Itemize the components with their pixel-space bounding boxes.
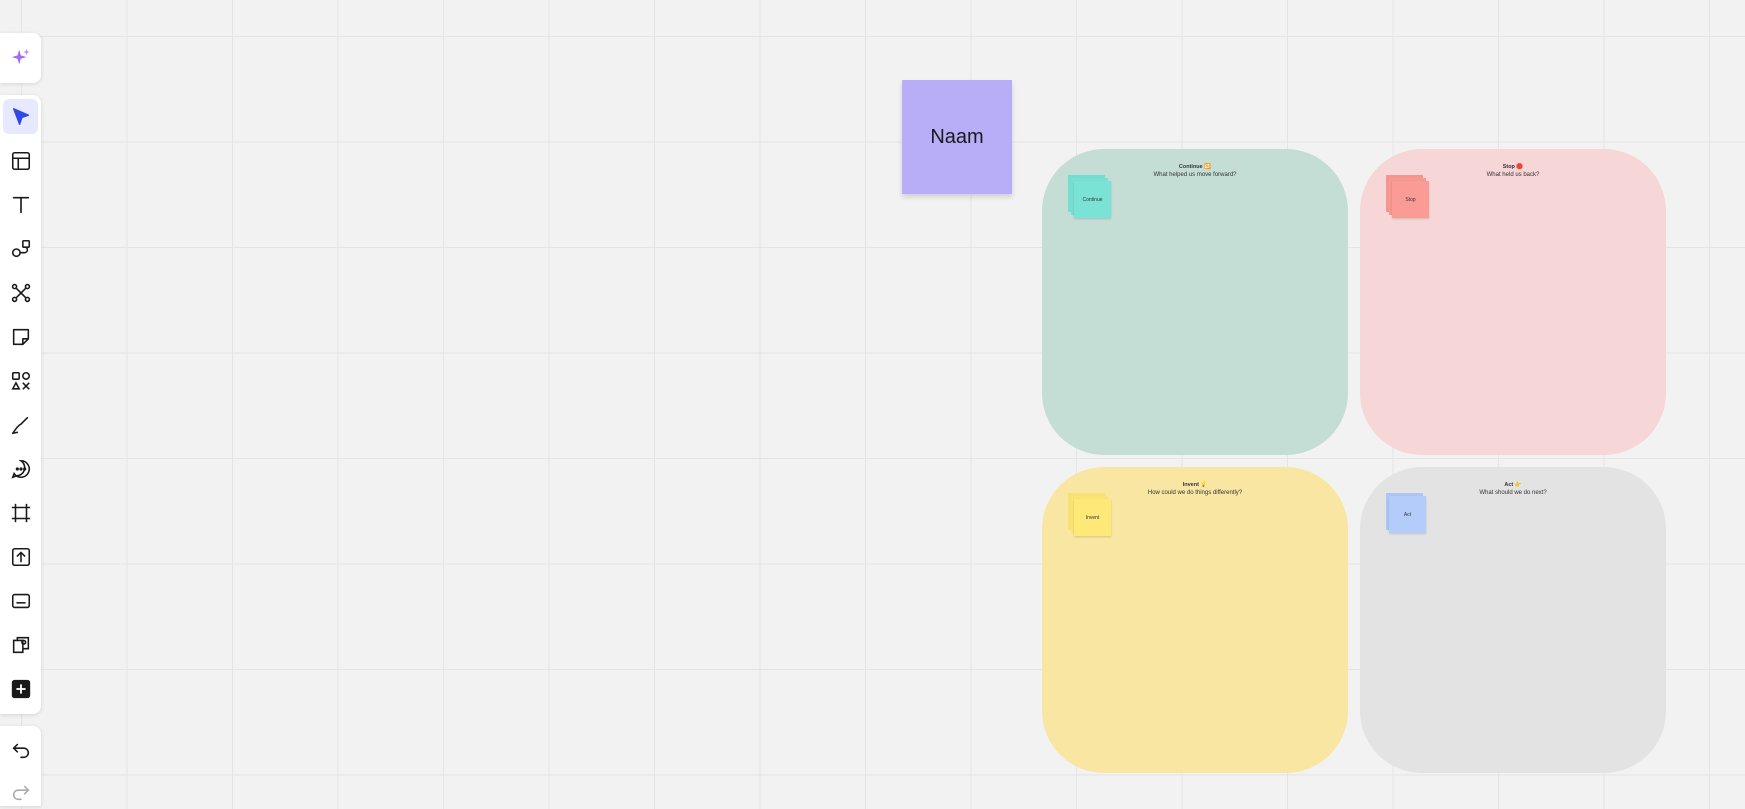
pen-icon (11, 416, 28, 434)
pen-tool[interactable] (3, 407, 38, 442)
upload-tool[interactable] (3, 539, 38, 574)
quadrant-continue[interactable]: Continue 🔁 What helped us move forward? … (1042, 149, 1348, 455)
redo-button[interactable] (3, 774, 38, 809)
connection-line-icon (11, 283, 30, 302)
apps-icon (12, 636, 29, 653)
quadrant-invent[interactable]: Invent 💡 How could we do things differen… (1042, 467, 1348, 773)
quadrant-stop[interactable]: Stop 🛑 What held us back? Stop (1360, 149, 1666, 455)
redo-icon (12, 785, 29, 800)
frame-tool[interactable] (3, 495, 38, 530)
ai-sparkle-button[interactable] (3, 41, 38, 76)
sticky-label: Stop (1405, 196, 1416, 203)
quadrant-title: Continue 🔁 (1178, 164, 1212, 170)
connection-line-tool[interactable] (3, 275, 38, 310)
upload-icon (11, 547, 30, 566)
sticky-label: Act (1403, 511, 1412, 518)
sticky-note-tool[interactable] (3, 319, 38, 354)
more-shapes-icon (10, 371, 30, 390)
add-tool[interactable] (3, 671, 38, 706)
text-tool[interactable] (3, 187, 38, 222)
undo-button[interactable] (3, 732, 38, 767)
sticky-label: Continue (1082, 196, 1103, 203)
templates-tool[interactable] (3, 143, 38, 178)
text-icon (12, 196, 29, 213)
select-tool[interactable] (3, 99, 38, 134)
apps-tool[interactable] (3, 627, 38, 662)
shapes-tool[interactable] (3, 231, 38, 266)
comment-icon (10, 459, 30, 479)
quadrant-act[interactable]: Act 👉 What should we do next? Act (1360, 467, 1666, 773)
ai-toolbar (0, 33, 41, 83)
card-tool[interactable] (3, 583, 38, 618)
main-toolbar (0, 95, 41, 714)
card-icon (11, 593, 30, 608)
comment-tool[interactable] (3, 451, 38, 486)
ai-sparkle-icon (11, 48, 30, 65)
quadrant-title: Stop 🛑 (1502, 164, 1524, 170)
sticky-note-icon (12, 328, 29, 345)
quadrant-title: Act 👉 (1504, 482, 1522, 488)
sticky-note-text: Naam (930, 125, 984, 148)
more-shapes-tool[interactable] (3, 363, 38, 398)
add-icon (11, 679, 30, 698)
undo-icon (12, 743, 29, 758)
sticky-label: Invent (1085, 514, 1100, 521)
shapes-icon (11, 239, 30, 257)
select-icon (12, 107, 29, 125)
frame-icon (11, 503, 30, 522)
sticky-note-naam[interactable]: Naam (902, 80, 1012, 194)
undo-redo-toolbar (0, 726, 41, 806)
quadrant-title: Invent 💡 (1182, 482, 1208, 488)
templates-icon (11, 151, 30, 170)
